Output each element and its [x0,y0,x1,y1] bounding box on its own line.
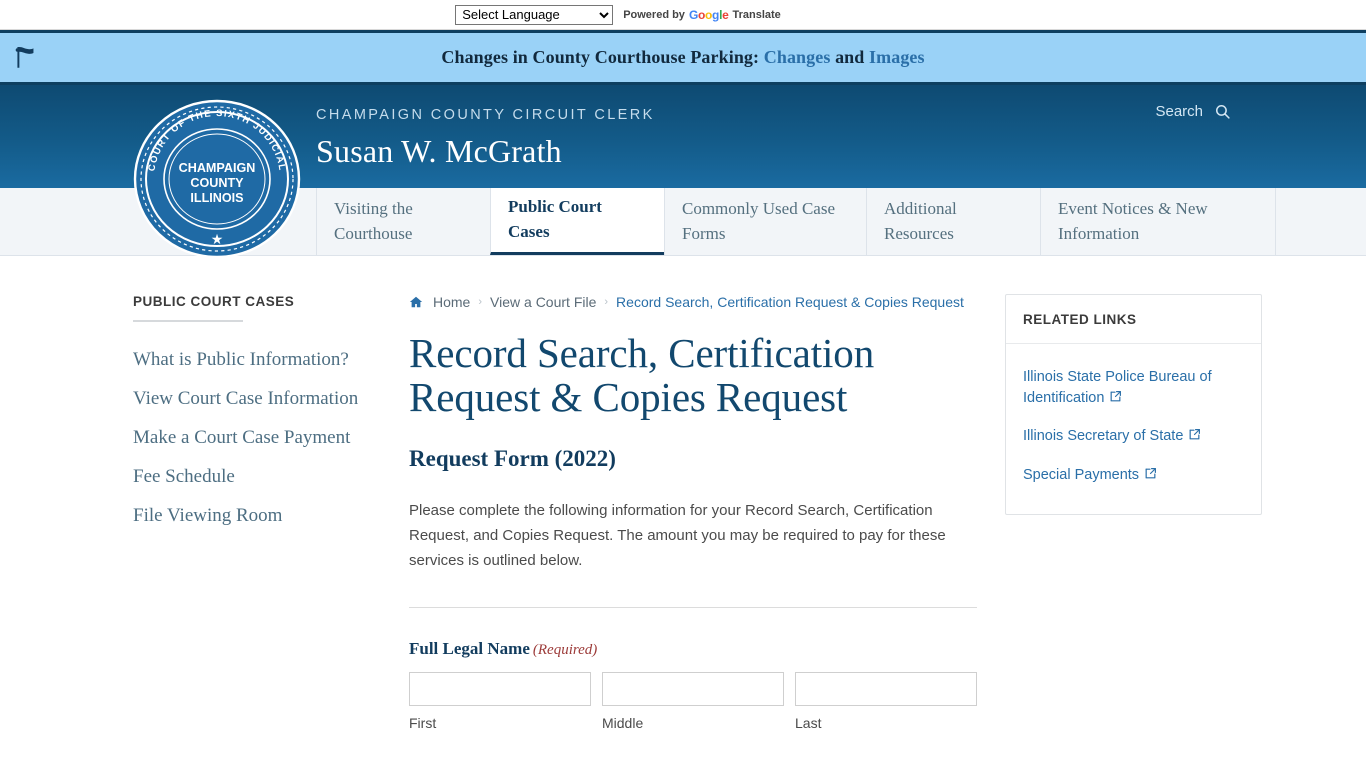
required-indicator: (Required) [532,642,598,659]
svg-text:COUNTY: COUNTY [190,176,244,190]
related-link-illinois-state-police-bureau-of-identification[interactable]: Illinois State Police Bureau of Identifi… [1023,358,1244,417]
external-link-icon [1188,427,1201,440]
clerk-name: Susan W. McGrath [316,133,562,169]
nav-item-additional-resources[interactable]: Additional Resources [866,188,1040,255]
notice-conjunction: and [835,47,865,67]
breadcrumb-item-home[interactable]: Home [433,294,470,310]
breadcrumb-separator: › [478,296,483,308]
svg-text:ILLINOIS: ILLINOIS [190,191,243,205]
sidebar: PUBLIC COURT CASES What is Public Inform… [133,294,409,731]
last-name-input[interactable] [795,672,977,707]
related-link-label: Special Payments [1023,466,1140,483]
middle-name-sublabel: Middle [602,715,644,732]
main-column: Home › View a Court File › Record Search… [409,294,977,731]
home-icon [409,295,423,309]
powered-by-label: Powered by [623,8,685,21]
language-select[interactable]: Select Language [455,4,614,25]
first-name-input[interactable] [409,672,591,707]
related-links-card: RELATED LINKS Illinois State Police Bure… [1005,294,1262,516]
sidebar-title: PUBLIC COURT CASES [133,294,295,309]
middle-name-input[interactable] [602,672,784,707]
header-title-group: CHAMPAIGN COUNTY CIRCUIT CLERK Susan W. … [316,107,655,170]
section-divider [409,607,977,609]
full-legal-name-label: Full Legal Name (Required) [409,639,977,659]
first-name-sublabel: First [409,715,437,732]
court-seal: CIRCUIT COURT OF THE SIXTH JUDICIAL CIRC… [129,90,301,259]
sidebar-item-make-a-court-case-payment[interactable]: Make a Court Case Payment [133,418,409,457]
sidebar-item-fee-schedule[interactable]: Fee Schedule [133,457,409,496]
breadcrumb-item-view-a-court-file[interactable]: View a Court File [490,294,596,310]
flag-icon [12,45,38,71]
notice-prefix: Changes in County Courthouse Parking: [441,47,760,67]
google-translate-bar: Select Language Powered by Google Transl… [0,0,1366,30]
full-legal-name-text: Full Legal Name [409,639,530,659]
external-link-icon [1109,389,1122,402]
sidebar-item-what-is-public-information[interactable]: What is Public Information? [133,340,409,379]
nav-item-visiting-the-courthouse[interactable]: Visiting the Courthouse [316,188,490,255]
svg-text:CHAMPAIGN: CHAMPAIGN [179,161,256,175]
last-name-sublabel: Last [795,715,822,732]
nav-item-public-court-cases[interactable]: Public Court Cases [490,188,664,255]
notice-text: Changes in County Courthouse Parking: Ch… [441,47,924,68]
breadcrumb-separator: › [604,296,609,308]
search-icon[interactable] [1214,103,1231,120]
intro-paragraph: Please complete the following informatio… [409,501,946,570]
related-links-list: Illinois State Police Bureau of Identifi… [1006,344,1261,514]
notice-changes-link[interactable]: Changes [764,47,831,67]
sidebar-item-view-court-case-information[interactable]: View Court Case Information [133,379,409,418]
sidebar-item-file-viewing-room[interactable]: File Viewing Room [133,496,409,535]
name-part-last: Last [795,672,977,731]
related-link-illinois-secretary-of-state[interactable]: Illinois Secretary of State [1023,417,1244,456]
page-title: Record Search, Certification Request & C… [409,330,875,420]
powered-by-google-translate: Powered by Google Translate [623,8,781,22]
related-link-special-payments[interactable]: Special Payments [1023,456,1244,495]
related-links-title: RELATED LINKS [1006,295,1261,344]
sidebar-divider [133,320,243,322]
organization-label: CHAMPAIGN COUNTY CIRCUIT CLERK [316,107,655,123]
external-link-icon [1144,466,1157,479]
full-legal-name-row: First Middle Last [409,672,977,731]
nav-item-commonly-used-case-forms[interactable]: Commonly Used Case Forms [664,188,866,255]
breadcrumb-item-current: Record Search, Certification Request & C… [616,294,964,310]
notice-banner: Changes in County Courthouse Parking: Ch… [0,30,1366,85]
name-part-first: First [409,672,591,731]
search-button[interactable]: Search [1155,103,1231,120]
name-part-middle: Middle [602,672,784,731]
svg-text:★: ★ [211,231,224,247]
nav-item-event-notices-new-information[interactable]: Event Notices & New Information [1040,188,1276,255]
google-logo: Google [688,7,729,22]
notice-images-link[interactable]: Images [869,47,925,67]
form-heading: Request Form (2022) [409,445,616,471]
related-links-panel: RELATED LINKS Illinois State Police Bure… [1005,294,1262,731]
search-label: Search [1155,103,1203,120]
page-content: PUBLIC COURT CASES What is Public Inform… [0,256,1366,731]
translate-label: Translate [732,8,781,21]
related-link-label: Illinois Secretary of State [1023,428,1184,445]
breadcrumb: Home › View a Court File › Record Search… [409,294,977,310]
